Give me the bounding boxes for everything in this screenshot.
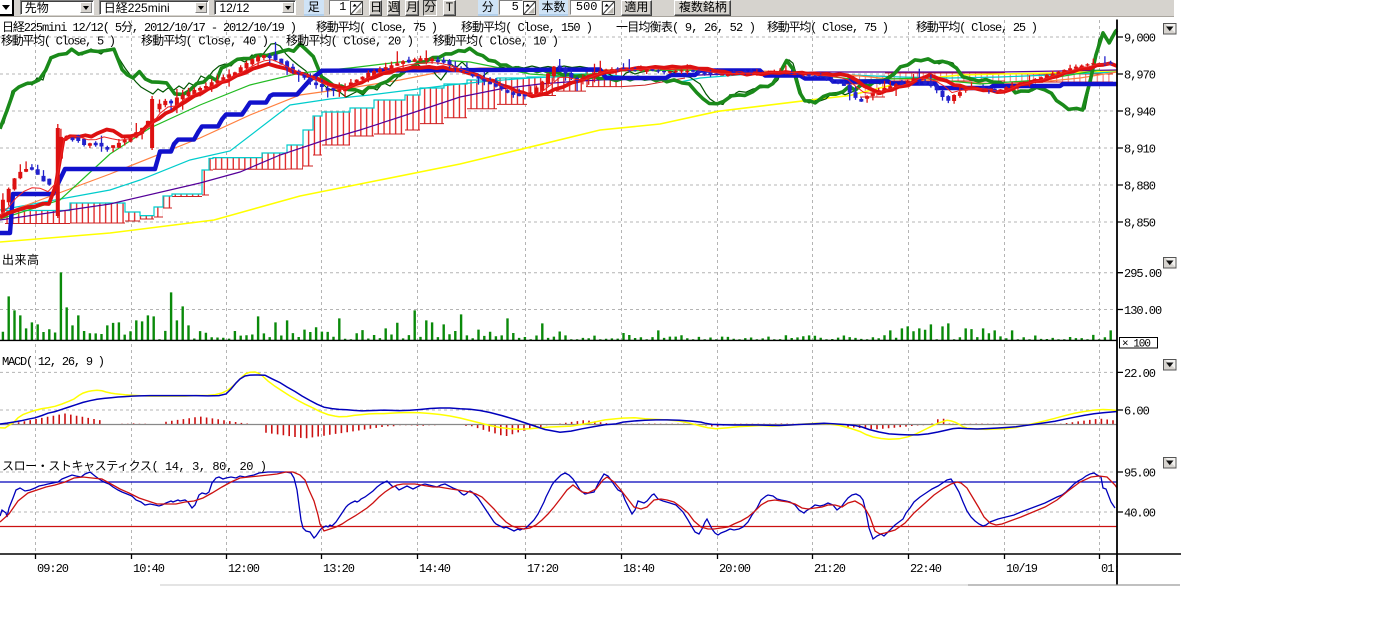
svg-text:8,880: 8,880	[1124, 180, 1156, 194]
svg-text:40.00: 40.00	[1124, 507, 1156, 521]
svg-text:13:20: 13:20	[323, 562, 355, 576]
svg-text:09:20: 09:20	[37, 562, 69, 576]
svg-text:一目均衡表( 9, 26, 52 ): 一目均衡表( 9, 26, 52 )	[616, 20, 755, 35]
svg-text:9,000: 9,000	[1124, 32, 1156, 46]
svg-text:移動平均( Close, 10 ): 移動平均( Close, 10 )	[433, 34, 558, 49]
svg-text:× 100: × 100	[1122, 339, 1150, 351]
svg-text:8,970: 8,970	[1124, 69, 1156, 83]
svg-text:130.00: 130.00	[1124, 304, 1162, 318]
svg-text:95.00: 95.00	[1124, 467, 1156, 481]
svg-text:10:40: 10:40	[133, 562, 165, 576]
svg-text:295.00: 295.00	[1124, 267, 1162, 281]
svg-text:移動平均( Close, 5 ): 移動平均( Close, 5 )	[1, 34, 115, 49]
svg-text:移動平均( Close, 150 ): 移動平均( Close, 150 )	[461, 20, 592, 35]
svg-text:22.00: 22.00	[1124, 367, 1156, 381]
svg-text:10/19: 10/19	[1006, 562, 1038, 576]
svg-text:01:: 01:	[1101, 562, 1120, 576]
svg-text:6.00: 6.00	[1124, 405, 1150, 419]
svg-text:移動平均( Close, 75 ): 移動平均( Close, 75 )	[316, 20, 437, 35]
svg-text:移動平均( Close, 75 ): 移動平均( Close, 75 )	[767, 20, 888, 35]
svg-text:MACD( 12, 26, 9 ): MACD( 12, 26, 9 )	[2, 355, 104, 369]
svg-text:18:40: 18:40	[623, 562, 655, 576]
svg-text:スロー・ストキャスティクス( 14, 3, 80, 20 ): スロー・ストキャスティクス( 14, 3, 80, 20 )	[2, 459, 266, 474]
svg-text:移動平均( Close, 40 ): 移動平均( Close, 40 )	[141, 34, 268, 49]
svg-text:21:20: 21:20	[814, 562, 846, 576]
svg-text:17:20: 17:20	[527, 562, 559, 576]
svg-text:12:00: 12:00	[228, 562, 260, 576]
svg-text:移動平均( Close, 20 ): 移動平均( Close, 20 )	[286, 34, 413, 49]
svg-text:22:40: 22:40	[910, 562, 942, 576]
svg-text:20:00: 20:00	[719, 562, 751, 576]
svg-text:8,910: 8,910	[1124, 143, 1156, 157]
svg-text:14:40: 14:40	[419, 562, 451, 576]
svg-text:日経225mini 12/12( 5分, 2012/10/1: 日経225mini 12/12( 5分, 2012/10/17 - 2012/1…	[2, 20, 296, 35]
svg-text:8,940: 8,940	[1124, 106, 1156, 120]
svg-text:出来高: 出来高	[2, 252, 39, 268]
svg-text:8,850: 8,850	[1124, 217, 1156, 231]
svg-text:移動平均( Close, 25 ): 移動平均( Close, 25 )	[916, 20, 1037, 35]
